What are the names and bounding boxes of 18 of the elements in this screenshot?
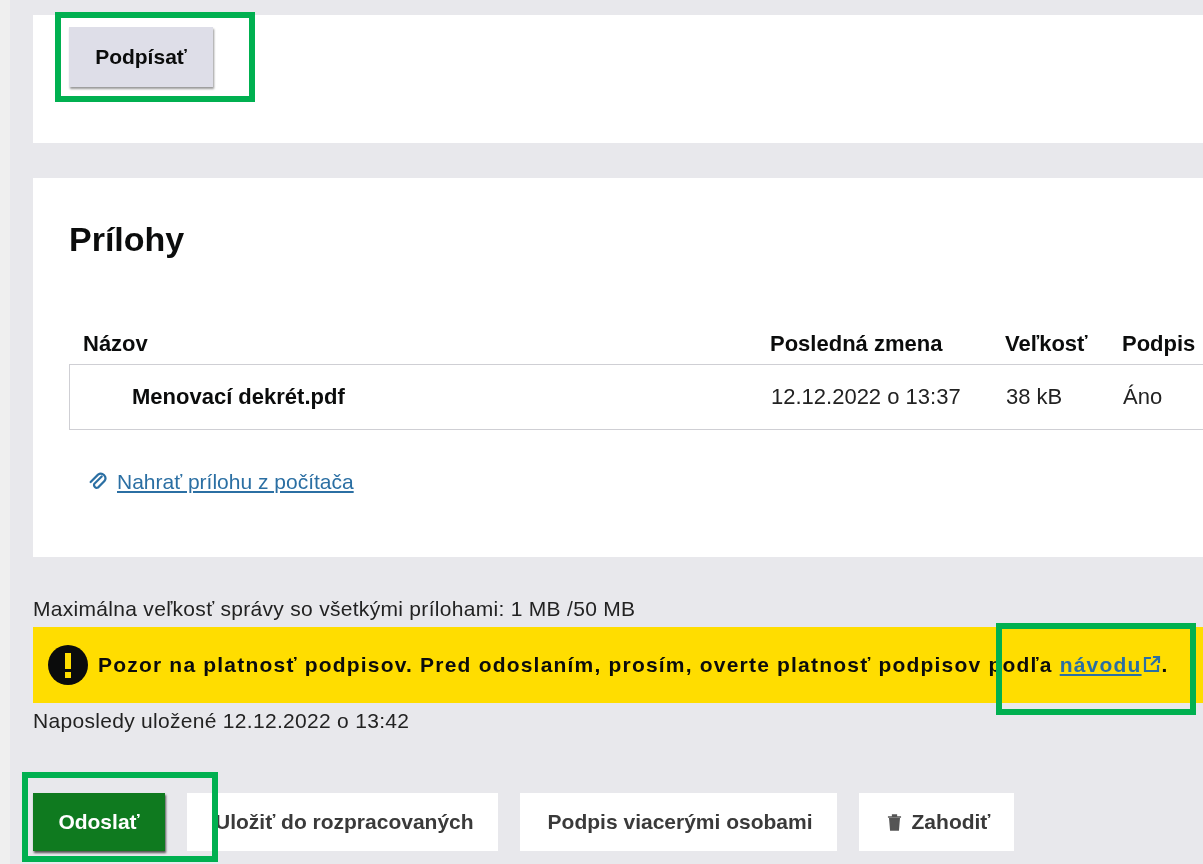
- send-button[interactable]: Odoslať: [33, 793, 165, 851]
- column-header: Podpis: [1122, 331, 1197, 357]
- table-cell-text: 12.12.2022 o 13:37: [771, 384, 962, 410]
- guide-link[interactable]: návodu: [1059, 653, 1162, 676]
- table-cell-text: 38 kB: [1006, 384, 1064, 410]
- action-button[interactable]: Podpis viacerými osobami: [519, 793, 837, 851]
- table-cell-text: Áno: [1123, 384, 1164, 410]
- column-header: Veľkosť: [1005, 331, 1089, 357]
- saved-info: Naposledy uložené 12.12.2022 o 13:42: [33, 709, 411, 734]
- table-row[interactable]: Menovací dekrét.pdf 12.12.2022 o 13:37 38 kB Áno: [69, 364, 1203, 430]
- column-header: Posledná zmena: [770, 331, 944, 357]
- upload-link[interactable]: Nahrať prílohu z počítača: [117, 470, 354, 494]
- section-heading: Prílohy: [69, 220, 186, 260]
- table-cell-text: Menovací dekrét.pdf: [131, 384, 346, 410]
- column-header: Názov: [82, 331, 149, 357]
- discard-button[interactable]: Zahodiť: [858, 793, 1015, 851]
- size-info: Maximálna veľkosť správy so všetkými prílohami: 1 MB /50 MB: [33, 597, 637, 622]
- sign-button[interactable]: Podpísať: [69, 27, 213, 87]
